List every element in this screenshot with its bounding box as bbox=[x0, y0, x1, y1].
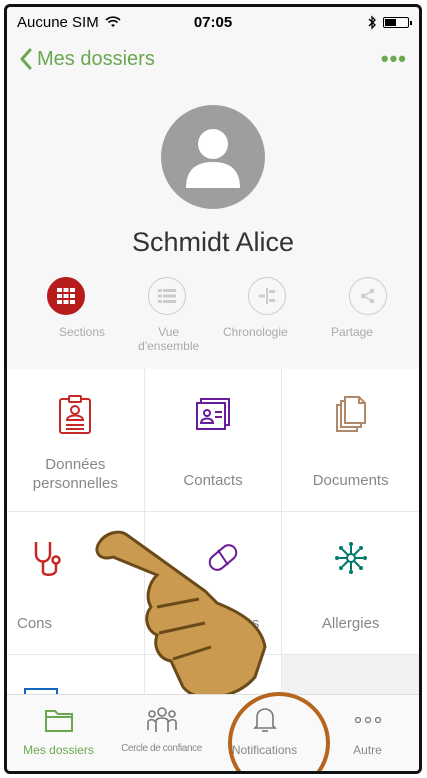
status-bar: Aucune SIM 07:05 bbox=[7, 7, 419, 37]
more-options-button[interactable]: ••• bbox=[381, 46, 407, 72]
section-personal-data[interactable]: Données personnelles bbox=[7, 369, 144, 511]
navigation-bar: Mes dossiers ••• bbox=[7, 37, 419, 81]
list-icon bbox=[157, 289, 176, 303]
people-icon bbox=[146, 707, 177, 732]
battery-level bbox=[385, 18, 396, 26]
battery-icon bbox=[383, 16, 412, 28]
carrier-label: Aucune SIM bbox=[17, 13, 99, 31]
view-overview-button[interactable] bbox=[147, 277, 186, 315]
view-labels: Sections Vue d'ensemble Chronologie Part… bbox=[37, 325, 397, 353]
tab-other-label: Autre bbox=[353, 743, 382, 757]
view-share-button[interactable] bbox=[348, 277, 387, 315]
section-documents[interactable]: Documents bbox=[282, 369, 419, 511]
view-label-overview: Vue d'ensemble bbox=[138, 325, 200, 353]
view-label-sections: Sections bbox=[58, 325, 106, 339]
documents-icon bbox=[335, 396, 366, 432]
view-sections-button[interactable] bbox=[47, 277, 85, 315]
allergy-icon bbox=[334, 542, 367, 574]
personal-data-icon bbox=[59, 395, 92, 434]
contacts-icon bbox=[195, 398, 230, 430]
view-timeline-button[interactable] bbox=[248, 277, 287, 315]
tab-circle-of-trust-label: Cercle de confiance bbox=[121, 743, 202, 754]
tab-my-records[interactable]: Mes dossiers bbox=[7, 695, 110, 771]
more-icon bbox=[354, 716, 381, 724]
tab-my-records-label: Mes dossiers bbox=[23, 743, 94, 757]
stethoscope-icon bbox=[34, 542, 61, 576]
section-more-3[interactable] bbox=[282, 655, 419, 695]
phone-screen: Aucune SIM 07:05 Mes dossiers ••• Schmid… bbox=[4, 4, 422, 774]
back-button[interactable]: Mes dossiers bbox=[19, 48, 155, 71]
patient-name: Schmidt Alice bbox=[131, 227, 295, 257]
avatar[interactable] bbox=[161, 105, 265, 209]
person-icon bbox=[186, 129, 240, 188]
bluetooth-icon bbox=[368, 14, 376, 30]
section-documents-label: Documents bbox=[312, 472, 389, 489]
tab-other[interactable]: Autre bbox=[316, 695, 419, 771]
wifi-icon bbox=[105, 16, 121, 27]
grid-icon bbox=[57, 288, 75, 304]
back-label: Mes dossiers bbox=[37, 47, 155, 70]
view-label-timeline: Chronologie bbox=[222, 325, 288, 339]
section-contacts-label: Contacts bbox=[183, 472, 243, 489]
view-switcher bbox=[47, 277, 387, 315]
browser-icon bbox=[24, 688, 59, 695]
section-personal-data-label: Données personnelles bbox=[32, 456, 118, 492]
tab-bar: Mes dossiers Cercle de confiance Notific… bbox=[7, 694, 419, 771]
view-label-share: Partage bbox=[330, 325, 373, 339]
chevron-left-icon bbox=[20, 48, 32, 70]
pointing-hand-overlay bbox=[95, 530, 267, 700]
share-icon bbox=[361, 288, 375, 304]
tab-circle-of-trust[interactable]: Cercle de confiance bbox=[110, 695, 213, 771]
section-contacts[interactable]: Contacts bbox=[144, 369, 282, 511]
section-allergies[interactable]: Allergies bbox=[282, 512, 419, 654]
timeline-icon bbox=[259, 288, 276, 304]
folder-icon bbox=[44, 710, 73, 732]
section-allergies-label: Allergies bbox=[321, 615, 380, 632]
